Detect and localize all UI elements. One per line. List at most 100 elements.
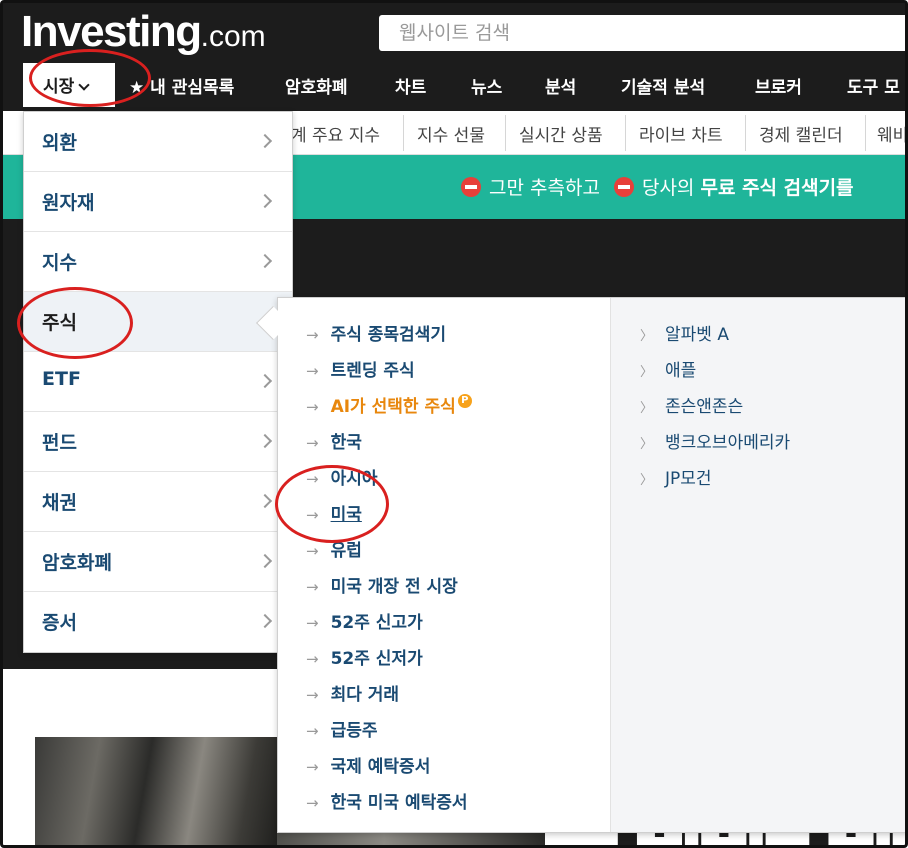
submenu-most-active[interactable]: → 최다 거래: [306, 680, 399, 705]
arrow-right-icon: →: [306, 614, 319, 632]
logo-suffix: .com: [200, 20, 266, 53]
subnav-divider: [505, 115, 506, 151]
company-label: 애플: [665, 361, 697, 381]
subnav-divider: [865, 115, 866, 151]
menu-item-label: 지수: [42, 252, 77, 274]
submenu-us-premarket[interactable]: → 미국 개장 전 시장: [306, 572, 458, 597]
nav-brokers[interactable]: 브로커: [755, 73, 802, 98]
stocks-submenu: → 주식 종목검색기 → 트렌딩 주식 → AI가 선택한 주식 P → 한국 → 아시아 …: [277, 297, 905, 833]
company-link-alphabet[interactable]: 〉 알파벳 A: [640, 320, 729, 345]
chevron-right-icon: [257, 613, 273, 629]
menu-item-label: 펀드: [42, 432, 77, 454]
submenu-stock-screener[interactable]: → 주식 종목검색기: [306, 320, 446, 345]
arrow-right-icon: →: [306, 686, 319, 704]
submenu-trending-stocks[interactable]: → 트렌딩 주식: [306, 356, 415, 381]
chevron-right-icon: [257, 433, 273, 449]
company-link-jpm[interactable]: 〉 JP모건: [640, 464, 712, 489]
chevron-right-icon: 〉: [640, 365, 654, 380]
submenu-korea[interactable]: → 한국: [306, 428, 362, 453]
nav-charts[interactable]: 차트: [395, 73, 426, 98]
submenu-label: AI가 선택한 주식: [330, 397, 456, 417]
arrow-right-icon: →: [306, 434, 319, 452]
chevron-right-icon: [257, 493, 273, 509]
subnav-economic-calendar[interactable]: 경제 캘린더: [759, 121, 843, 146]
menu-item-label: 원자재: [42, 192, 95, 214]
subnav-webinars[interactable]: 웨비: [877, 121, 905, 146]
menu-item-label: 외환: [42, 132, 77, 154]
submenu-label: 트렌딩 주식: [330, 361, 415, 381]
arrow-right-icon: →: [306, 362, 319, 380]
submenu-korea-us-dr[interactable]: → 한국 미국 예탁증서: [306, 788, 468, 813]
chevron-right-icon: [257, 133, 273, 149]
chevron-right-icon: [257, 193, 273, 209]
search-input[interactable]: [379, 15, 905, 51]
company-link-jnj[interactable]: 〉 존슨앤존슨: [640, 392, 743, 417]
annotation-circle-stocks: [17, 287, 133, 359]
subnav-live-commodities[interactable]: 실시간 상품: [519, 121, 603, 146]
submenu-label: 미국 개장 전 시장: [330, 577, 458, 597]
submenu-label: 급등주: [330, 721, 378, 741]
menu-item-certificates[interactable]: 증서: [24, 592, 292, 652]
subnav-major-indices[interactable]: 계 주요 지수: [291, 121, 380, 146]
chevron-right-icon: [257, 373, 273, 389]
company-label: JP모건: [665, 469, 712, 489]
top-bar: Investing.com: [3, 3, 905, 59]
subnav-live-charts[interactable]: 라이브 차트: [639, 121, 723, 146]
nav-news[interactable]: 뉴스: [471, 73, 502, 98]
submenu-52w-low[interactable]: → 52주 신저가: [306, 644, 423, 669]
submenu-label: 유럽: [330, 541, 362, 561]
subnav-divider: [745, 115, 746, 151]
chevron-right-icon: [257, 553, 273, 569]
news-photo[interactable]: [35, 737, 277, 845]
arrow-right-icon: →: [306, 398, 319, 416]
menu-item-funds[interactable]: 펀드: [24, 412, 292, 472]
submenu-global-dr[interactable]: → 국제 예탁증서: [306, 752, 430, 777]
submenu-top-gainers[interactable]: → 급등주: [306, 716, 378, 741]
submenu-label: 국제 예탁증서: [330, 757, 431, 777]
menu-item-indices[interactable]: 지수: [24, 232, 292, 292]
submenu-label: 한국: [330, 433, 362, 453]
menu-item-etf[interactable]: ETF: [24, 352, 292, 412]
menu-item-label: 채권: [42, 492, 77, 514]
subnav-index-futures[interactable]: 지수 선물: [417, 121, 485, 146]
company-label: 존슨앤존슨: [665, 397, 744, 417]
banner-part1: 그만 추측하고: [489, 177, 600, 199]
chevron-right-icon: 〉: [640, 401, 654, 416]
submenu-ai-picks[interactable]: → AI가 선택한 주식 P: [306, 392, 472, 417]
company-link-bofa[interactable]: 〉 뱅크오브아메리카: [640, 428, 790, 453]
chevron-right-icon: [257, 253, 273, 269]
search-box[interactable]: [379, 15, 905, 51]
nav-analysis[interactable]: 분석: [545, 73, 576, 98]
investing-logo[interactable]: Investing.com: [21, 7, 266, 57]
submenu-label: 한국 미국 예탁증서: [330, 793, 468, 813]
chevron-right-icon: 〉: [640, 329, 654, 344]
chevron-right-icon: 〉: [640, 473, 654, 488]
arrow-right-icon: →: [306, 758, 319, 776]
annotation-circle-usa: [275, 465, 389, 543]
arrow-right-icon: →: [306, 650, 319, 668]
company-link-apple[interactable]: 〉 애플: [640, 356, 696, 381]
banner-part3: 무료 주식 검색기를: [700, 177, 854, 199]
menu-item-bonds[interactable]: 채권: [24, 472, 292, 532]
subnav-divider: [403, 115, 404, 151]
submenu-label: 52주 신저가: [330, 649, 423, 669]
menu-item-crypto[interactable]: 암호화폐: [24, 532, 292, 592]
submenu-label: 52주 신고가: [330, 613, 423, 633]
arrow-right-icon: →: [306, 578, 319, 596]
menu-item-label: 증서: [42, 612, 77, 634]
subnav-divider: [625, 115, 626, 151]
annotation-circle-markets: [29, 49, 151, 107]
nav-crypto[interactable]: 암호화폐: [285, 73, 348, 98]
menu-item-commodities[interactable]: 원자재: [24, 172, 292, 232]
arrow-right-icon: →: [306, 722, 319, 740]
submenu-label: 주식 종목검색기: [330, 325, 446, 345]
menu-item-label: ETF: [42, 368, 81, 390]
arrow-right-icon: →: [306, 542, 319, 560]
menu-item-forex[interactable]: 외환: [24, 112, 292, 172]
pro-badge-icon: P: [457, 394, 472, 408]
nav-technical[interactable]: 기술적 분석: [621, 73, 705, 98]
browser-frame: Investing.com 시장 ★ 내 관심목록 암호화폐 차트 뉴스 분석 …: [0, 0, 908, 848]
company-label: 알파벳 A: [665, 325, 729, 345]
nav-tools[interactable]: 도구 모: [847, 73, 900, 98]
submenu-52w-high[interactable]: → 52주 신고가: [306, 608, 423, 633]
